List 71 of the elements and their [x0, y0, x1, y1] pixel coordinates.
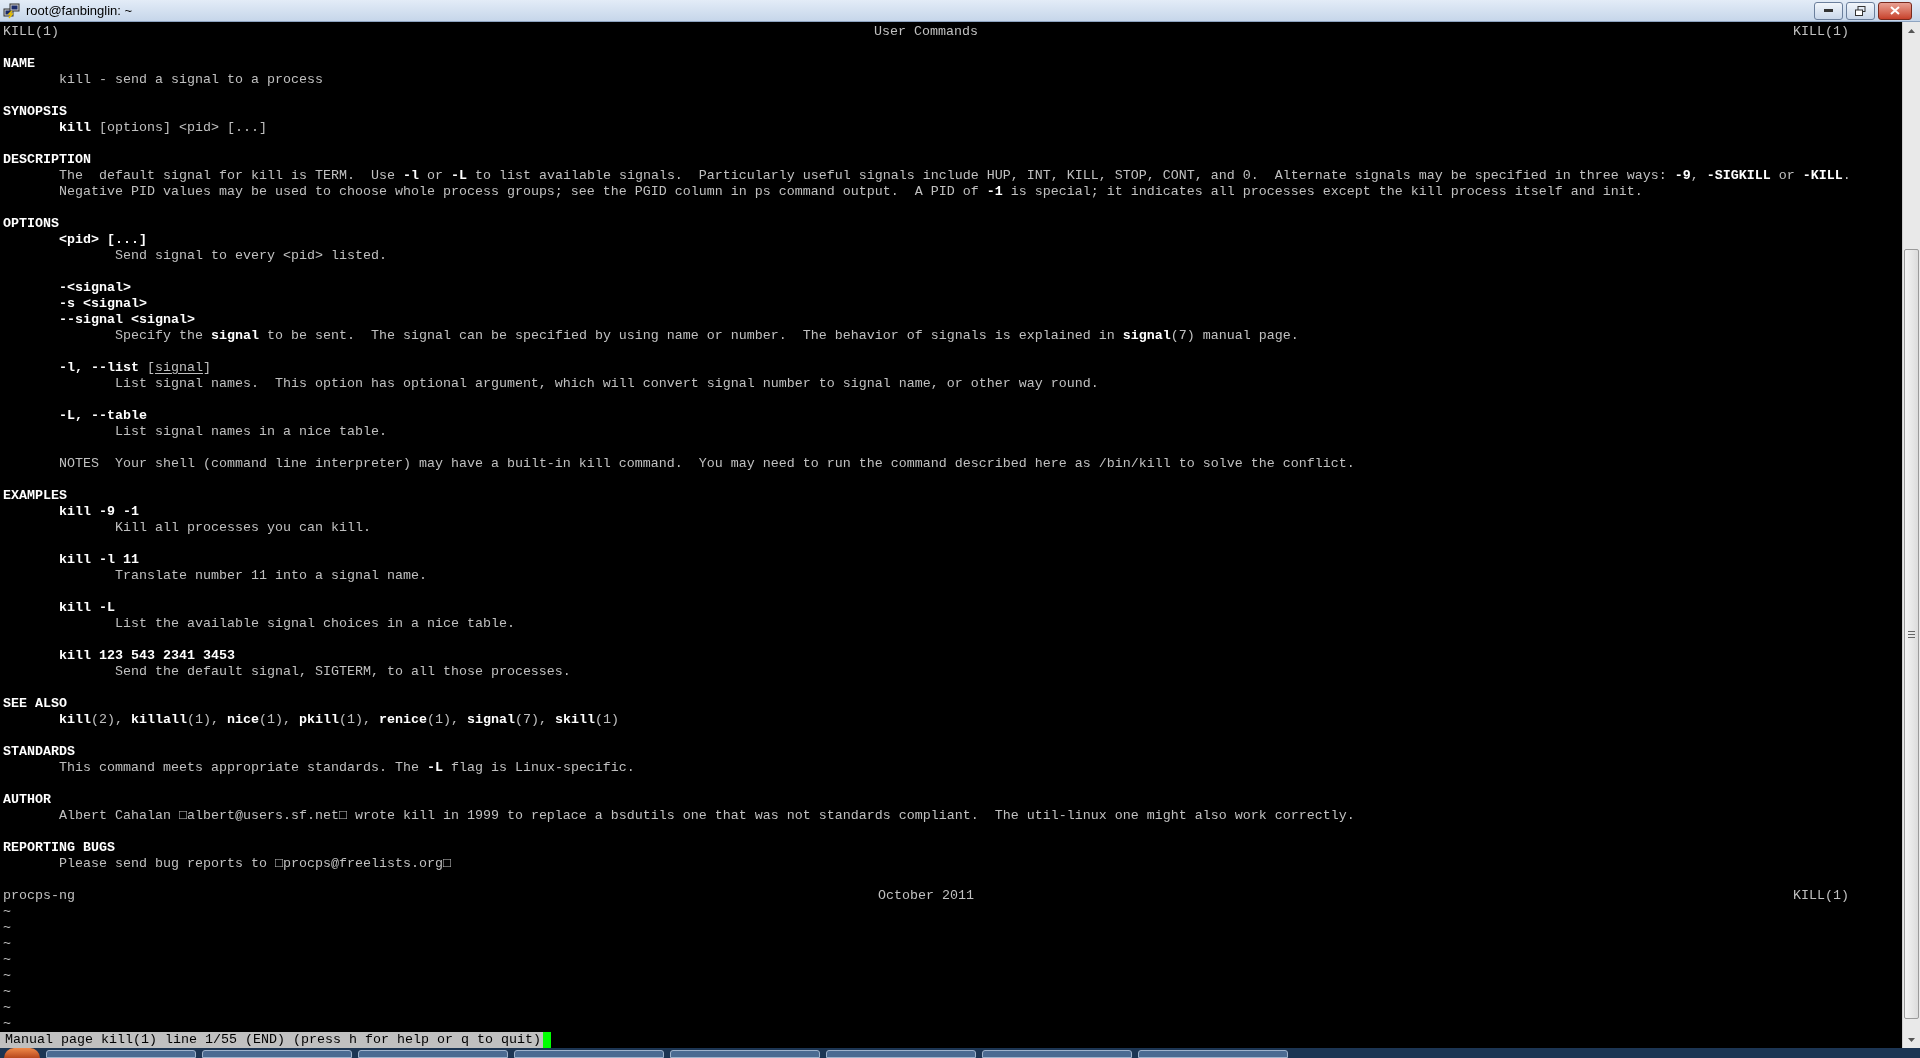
taskbar-button[interactable] — [982, 1050, 1132, 1058]
man-line: <pid> [...] — [59, 232, 147, 248]
tilde-line: ~ — [3, 952, 11, 968]
taskbar-button[interactable] — [1138, 1050, 1288, 1058]
man-line: Send the default signal, SIGTERM, to all those processes. — [114, 664, 571, 680]
section-heading: EXAMPLES — [3, 488, 67, 504]
man-line: Albert Cahalan □albert@users.sf.net□ wrote kill in 1999 to replace a bsdutils one that was not standards compliant. The util-linux one might also work correctly. — [59, 808, 1355, 824]
man-line: -l, --list [signal] — [59, 360, 211, 376]
header-left: KILL(1) — [3, 24, 59, 40]
tilde-line: ~ — [3, 1016, 11, 1032]
footer-right: KILL(1) — [1793, 888, 1849, 904]
man-line: kill(2), killall(1), nice(1), pkill(1), renice(1), signal(7), skill(1) — [59, 712, 619, 728]
taskbar-button[interactable] — [826, 1050, 976, 1058]
taskbar-button[interactable] — [670, 1050, 820, 1058]
section-heading: SEE ALSO — [3, 696, 67, 712]
restore-icon — [1855, 5, 1866, 16]
close-button[interactable] — [1878, 1, 1912, 20]
tilde-line: ~ — [3, 984, 11, 1000]
section-heading: REPORTING BUGS — [3, 840, 115, 856]
restore-button[interactable] — [1846, 1, 1875, 20]
tilde-line: ~ — [3, 936, 11, 952]
man-line: kill -l 11 — [59, 552, 139, 568]
minimize-button[interactable] — [1814, 1, 1843, 20]
section-heading: OPTIONS — [3, 216, 59, 232]
man-line: This command meets appropriate standards. The -L flag is Linux-specific. — [59, 760, 635, 776]
section-heading: DESCRIPTION — [3, 152, 91, 168]
terminal-icon — [3, 2, 20, 19]
tilde-line: ~ — [3, 904, 11, 920]
tilde-line: ~ — [3, 968, 11, 984]
tilde-line: ~ — [3, 920, 11, 936]
taskbar-button[interactable] — [358, 1050, 508, 1058]
header-title: User Commands — [874, 24, 978, 40]
up-arrow-icon — [1908, 28, 1915, 33]
man-line: Please send bug reports to □procps@freelists.org□ — [59, 856, 451, 872]
window-title: root@fanbinglin: ~ — [26, 4, 133, 17]
man-line: List signal names. This option has optional argument, which will convert signal number to signal name, or other way round. — [114, 376, 1099, 392]
man-line: List signal names in a nice table. — [114, 424, 387, 440]
taskbar-button[interactable] — [514, 1050, 664, 1058]
man-line: kill - send a signal to a process — [59, 72, 323, 88]
man-line: Kill all processes you can kill. — [114, 520, 371, 536]
section-heading: AUTHOR — [3, 792, 51, 808]
minimize-icon — [1824, 9, 1833, 12]
man-line: kill [options] <pid> [...] — [59, 120, 267, 136]
section-heading: NAME — [3, 56, 35, 72]
man-line: Send signal to every <pid> listed. — [114, 248, 387, 264]
man-line: --signal <signal> — [59, 312, 195, 328]
taskbar-button[interactable] — [202, 1050, 352, 1058]
man-line: -<signal> — [59, 280, 131, 296]
grip-icon — [1908, 630, 1915, 638]
man-line: NOTES Your shell (command line interpreter) may have a built-in kill command. You may need to run the command described here as /bin/kill to solve the conflict. — [59, 456, 1355, 472]
section-heading: SYNOPSIS — [3, 104, 67, 120]
start-button[interactable] — [4, 1048, 40, 1058]
man-line: kill 123 543 2341 3453 — [59, 648, 235, 664]
tilde-line: ~ — [3, 1000, 11, 1016]
footer-title: October 2011 — [878, 888, 974, 904]
man-line: kill -L — [59, 600, 115, 616]
man-line: Specify the signal to be sent. The signal can be specified by using name or number. The behavior of signals is explained in signal(7) manual page. — [114, 328, 1299, 344]
man-line: Negative PID values may be used to choose whole process groups; see the PGID column in ps command output. A PID of -1 is special; it indicates all processes except the kill process itself and init. — [59, 184, 1643, 200]
section-heading: STANDARDS — [3, 744, 75, 760]
man-line: -s <signal> — [59, 296, 147, 312]
man-line: The default signal for kill is TERM. Use -l or -L to list available signals. Particularly useful signals include HUP, INT, KILL, STOP, CONT, and 0. Alternate signals may be specified in three ways: -9, -SIGKILL or -KILL. — [59, 168, 1851, 184]
man-line: Translate number 11 into a signal name. — [114, 568, 427, 584]
down-arrow-icon — [1908, 1037, 1915, 1042]
scroll-thumb[interactable] — [1904, 249, 1919, 1019]
close-icon — [1890, 6, 1900, 15]
man-line: List the available signal choices in a nice table. — [114, 616, 515, 632]
man-line: kill -9 -1 — [59, 504, 139, 520]
taskbar-button[interactable] — [46, 1050, 196, 1058]
header-right: KILL(1) — [1793, 24, 1849, 40]
footer-left: procps-ng — [3, 888, 75, 904]
man-line: -L, --table — [59, 408, 147, 424]
